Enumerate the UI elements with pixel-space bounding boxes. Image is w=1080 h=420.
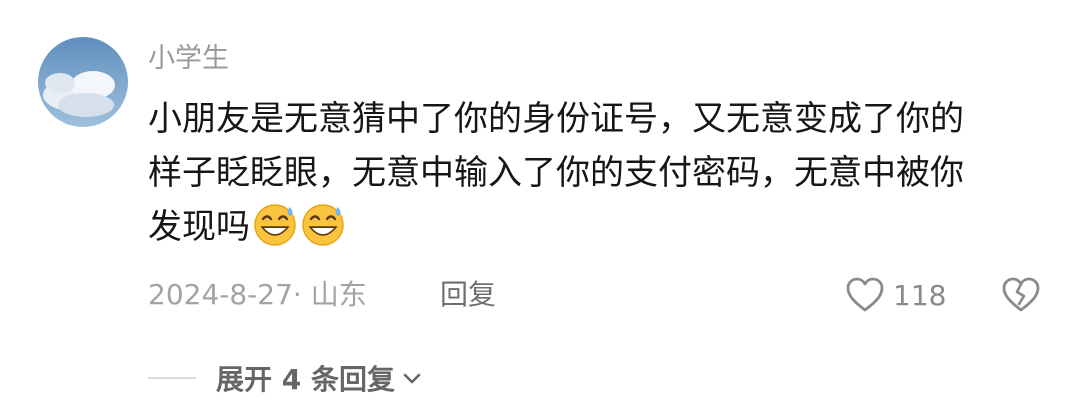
dislike-button[interactable] bbox=[1000, 274, 1042, 316]
comment-text-line-last: 发现吗 bbox=[148, 200, 1028, 254]
comment-date-location: 2024-8-27· 山东 bbox=[148, 278, 367, 311]
comment-text-line: 小朋友是无意猜中了你的身份证号，又无意变成了你的 bbox=[148, 99, 964, 139]
username[interactable]: 小学生 bbox=[148, 40, 229, 78]
broken-heart-icon bbox=[1002, 277, 1040, 312]
divider bbox=[148, 377, 196, 379]
heart-outline-icon bbox=[846, 277, 884, 312]
comment-item: 小学生 小朋友是无意猜中了你的身份证号，又无意变成了你的 样子眨眨眼，无意中输入… bbox=[0, 0, 1080, 420]
like-count: 118 bbox=[893, 278, 947, 312]
expand-replies-label: 展开 4 条回复 bbox=[216, 363, 395, 396]
comment-text-line: 样子眨眨眼，无意中输入了你的支付密码，无意中被你 bbox=[148, 153, 964, 193]
reply-button[interactable]: 回复 bbox=[440, 275, 496, 315]
avatar[interactable] bbox=[38, 37, 128, 127]
grinning-sweat-emoji-icon bbox=[254, 204, 296, 246]
comment-text: 小朋友是无意猜中了你的身份证号，又无意变成了你的 样子眨眨眼，无意中输入了你的支… bbox=[148, 92, 1028, 254]
grinning-sweat-emoji-icon bbox=[302, 204, 344, 246]
like-button[interactable]: 118 bbox=[845, 272, 946, 318]
expand-replies-button[interactable]: 展开 4 条回复 bbox=[148, 356, 423, 400]
chevron-down-icon bbox=[403, 373, 421, 384]
